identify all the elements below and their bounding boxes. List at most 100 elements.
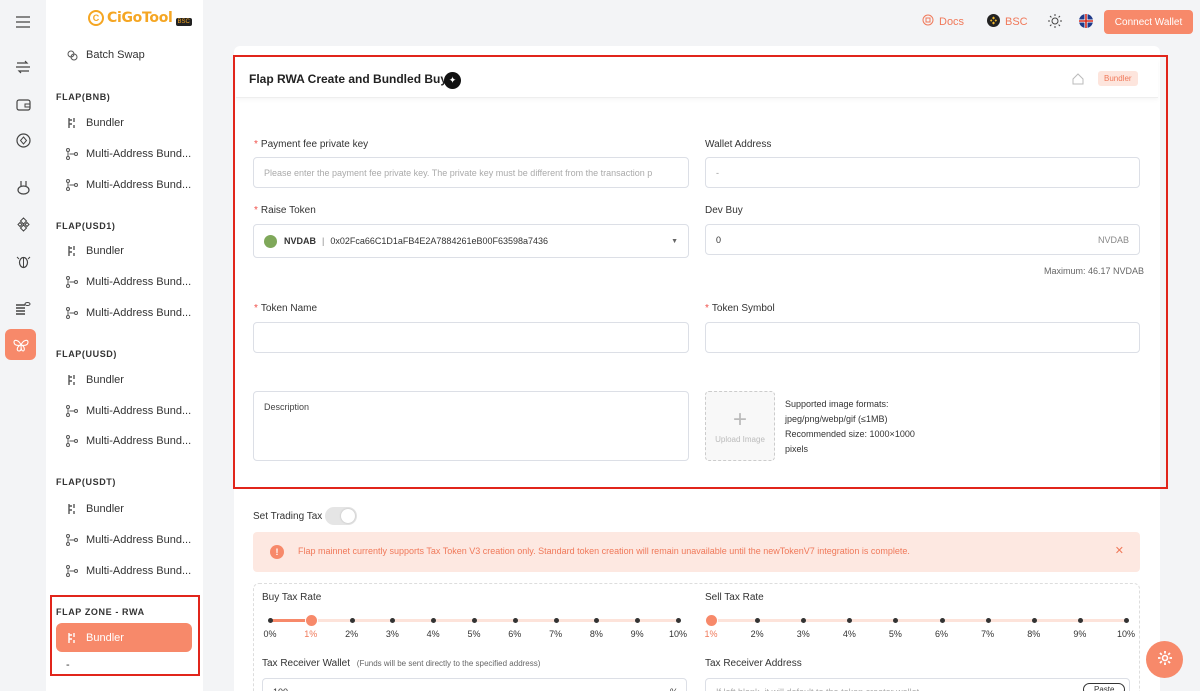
multi-address-icon — [66, 565, 78, 577]
sidebar-item-label: Bundler — [86, 245, 124, 257]
bundler-badge: Bundler — [1098, 71, 1138, 86]
swap-icon[interactable] — [9, 53, 37, 81]
uk-flag-icon[interactable] — [1079, 14, 1093, 28]
wallet-icon[interactable] — [9, 90, 37, 118]
tax-receiver-wallet-input[interactable]: 100 % — [262, 678, 687, 691]
sidebar-item-label: Multi-Address Bund... — [86, 405, 192, 417]
sidebar-item-bundler[interactable]: Bundler — [56, 238, 192, 264]
token-symbol-input[interactable] — [705, 322, 1140, 353]
gear-icon — [1157, 650, 1173, 669]
connect-wallet-button[interactable]: Connect Wallet — [1104, 10, 1193, 34]
dev-buy-input[interactable]: 0 NVDAB — [705, 224, 1140, 255]
section-title-flap-uusd: FLAP(UUSD) — [56, 349, 117, 359]
sidebar-item-rwa-bundler[interactable]: Bundler — [56, 623, 192, 652]
plus-icon: + — [732, 405, 747, 433]
slider-tick-label: 1% — [304, 629, 318, 639]
slider-dot — [985, 618, 991, 623]
bundler-icon — [66, 117, 78, 129]
sidebar-item-multi-address[interactable]: Multi-Address Bund... — [56, 141, 192, 167]
sidebar-item-bundler[interactable]: Bundler — [56, 496, 192, 522]
token-name-label-text: Token Name — [260, 303, 318, 314]
tax-receiver-address-input[interactable]: If left blank, it will default to the to… — [705, 678, 1130, 691]
sidebar-item-bundler[interactable]: Bundler — [56, 367, 192, 393]
network-selector[interactable]: BSC — [987, 14, 1028, 30]
chevron-down-icon: ▼ — [671, 237, 678, 245]
sell-tax-slider[interactable] — [705, 611, 1129, 631]
menu-icon[interactable] — [9, 8, 37, 36]
fee-key-input[interactable]: Please enter the payment fee private key… — [253, 157, 689, 188]
sidebar-item-multi-address[interactable]: Multi-Address Bund... — [56, 558, 192, 584]
sparkle-icon[interactable]: ✦ — [444, 72, 461, 89]
slider-dot — [553, 618, 559, 623]
slider-dot — [594, 618, 600, 623]
slider-tick-label: 9% — [630, 629, 644, 639]
brand-tag: BSC — [175, 18, 192, 26]
slider-dot — [512, 618, 518, 623]
sidebar-item-multi-address[interactable]: Multi-Address Bund... — [56, 269, 192, 295]
trading-tax-toggle[interactable] — [325, 507, 357, 525]
section-title-flap-zone-rwa: FLAP ZONE - RWA — [56, 607, 145, 617]
close-icon[interactable]: ✕ — [1115, 544, 1124, 557]
sidebar-item-multi-address[interactable]: Multi-Address Bund... — [56, 172, 192, 198]
rabbit-icon[interactable] — [9, 173, 37, 201]
multi-address-icon — [66, 148, 78, 160]
slider-tick-label: 6% — [935, 629, 949, 639]
multi-address-icon — [66, 435, 78, 447]
docs-link[interactable]: Docs — [922, 14, 964, 29]
home-icon[interactable] — [1072, 73, 1084, 88]
info-alert: ! Flap mainnet currently supports Tax To… — [253, 532, 1140, 572]
buy-tax-ticks: 0% 1% 2% 3% 4% 5% 6% 7% 8% 9% 10% — [263, 629, 687, 641]
buy-tax-label: Buy Tax Rate — [262, 592, 322, 603]
buy-tax-slider[interactable] — [268, 611, 681, 631]
settings-fab[interactable] — [1146, 641, 1183, 678]
slider-tick-label: 10% — [1116, 629, 1136, 639]
bug-icon[interactable] — [9, 247, 37, 275]
info-icon: ! — [270, 545, 284, 559]
slider-dot — [801, 618, 807, 623]
slider-dot — [268, 618, 273, 623]
sidebar-item-multi-address[interactable]: Multi-Address Bund... — [56, 300, 192, 326]
sidebar-item-label: Multi-Address Bund... — [86, 435, 192, 447]
upload-image-button[interactable]: + Upload Image — [705, 391, 775, 461]
bnb-icon[interactable] — [9, 210, 37, 238]
target-icon[interactable] — [9, 126, 37, 154]
bundler-icon — [66, 374, 78, 386]
bundler-icon — [66, 503, 78, 515]
slider-tick-label: 8% — [1027, 629, 1041, 639]
token-name-label: * Token Name — [254, 303, 317, 314]
slider-tick-label: 6% — [508, 629, 522, 639]
section-title-flap-bnb: FLAP(BNB) — [56, 92, 111, 102]
slider-tick-label: 3% — [385, 629, 399, 639]
network-label: BSC — [1005, 16, 1028, 28]
sidebar-item-label: Bundler — [86, 503, 124, 515]
sidebar-item-batch-swap[interactable]: Batch Swap — [56, 42, 192, 68]
logo[interactable]: C CiGoTool BSC — [88, 10, 192, 26]
required-mark: * — [254, 139, 258, 150]
slider-tick-label: 0% — [263, 629, 277, 639]
sidebar-item-bundler[interactable]: Bundler — [56, 110, 192, 136]
butterfly-icon[interactable] — [5, 329, 36, 360]
token-symbol-label: * Token Symbol — [705, 303, 775, 314]
token-name-input[interactable] — [253, 322, 689, 353]
dev-buy-value: 0 — [716, 234, 722, 245]
slider-thumb[interactable] — [705, 614, 718, 627]
sidebar-item-multi-address[interactable]: Multi-Address Bund... — [56, 398, 192, 424]
dev-buy-max-hint: Maximum: 46.17 NVDAB — [1044, 266, 1145, 276]
raise-token-address: 0x02Fca66C1D1aFB4E2A7884261eB00F63598a74… — [330, 236, 549, 246]
description-textarea[interactable]: Description — [253, 391, 689, 461]
theme-toggle-icon[interactable] — [1048, 14, 1062, 28]
slider-tick-label: 8% — [589, 629, 603, 639]
sidebar-item-multi-address[interactable]: Multi-Address Bund... — [56, 428, 192, 454]
section-title-flap-usd1: FLAP(USD1) — [56, 221, 116, 231]
coins-icon[interactable] — [9, 294, 37, 322]
sidebar-item-multi-address[interactable]: Multi-Address Bund... — [56, 527, 192, 553]
slider-thumb[interactable] — [304, 614, 318, 627]
bsc-icon — [987, 14, 1000, 30]
slider-tick-label: 5% — [467, 629, 481, 639]
raise-token-select[interactable]: NVDAB | 0x02Fca66C1D1aFB4E2A7884261eB00F… — [253, 224, 689, 258]
slider-dot — [472, 618, 477, 623]
sidebar-item-label: Bundler — [86, 374, 124, 386]
paste-button[interactable]: Paste — [1083, 683, 1126, 691]
sidebar-item-placeholder[interactable]: - — [56, 652, 192, 678]
tax-receiver-wallet-value: 100 — [273, 687, 288, 691]
